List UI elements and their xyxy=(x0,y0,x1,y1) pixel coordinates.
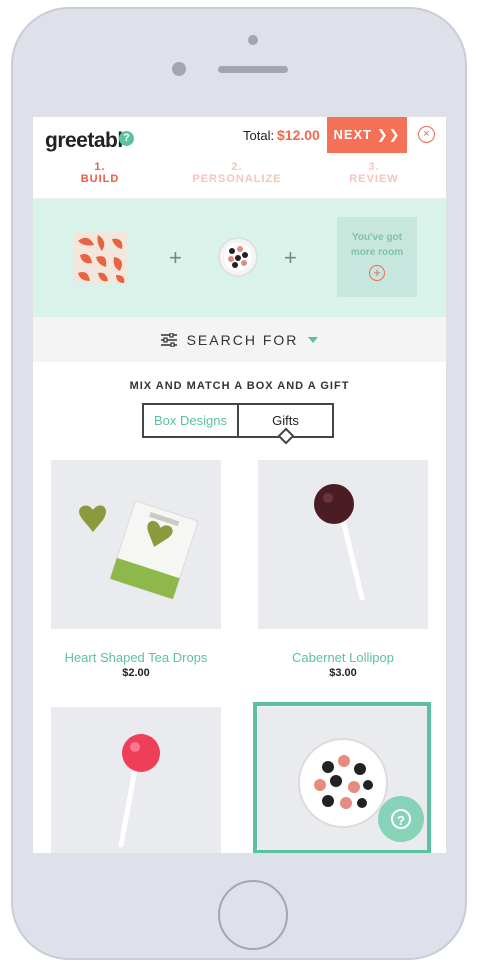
product-card-tea-drops[interactable]: Heart Shaped Tea Drops $2.00 xyxy=(51,460,221,685)
total-value: $12.00 xyxy=(277,127,320,143)
product-name[interactable]: Cabernet Lollipop xyxy=(258,650,428,665)
add-more-room-card[interactable]: You've got more room + xyxy=(337,217,417,297)
product-image[interactable] xyxy=(258,460,428,629)
product-image[interactable] xyxy=(51,707,221,853)
step-number: 1. xyxy=(94,161,106,173)
step-build[interactable]: 1. BUILD xyxy=(78,161,122,185)
step-label: PERSONALIZE xyxy=(192,173,282,185)
add-icon[interactable]: + xyxy=(369,265,385,281)
chat-help-icon: ? xyxy=(391,809,411,829)
product-card-red-lollipop[interactable] xyxy=(51,707,221,853)
product-card-cabernet-lollipop[interactable]: Cabernet Lollipop $3.00 xyxy=(258,460,428,685)
product-image[interactable] xyxy=(51,460,221,629)
top-bar: greetabl ? Total: $12.00 NEXT ❯❯ × xyxy=(33,117,446,155)
total-label: Total: xyxy=(243,128,275,143)
product-name[interactable]: Heart Shaped Tea Drops xyxy=(51,650,221,665)
chat-help-button[interactable]: ? xyxy=(378,796,424,842)
search-for-bar[interactable]: SEARCH FOR xyxy=(33,317,446,362)
front-sensor xyxy=(248,35,258,45)
earpiece-speaker xyxy=(218,66,288,73)
front-camera xyxy=(172,62,186,76)
plus-icon: + xyxy=(169,245,182,270)
step-number: 3. xyxy=(368,161,380,173)
step-label: REVIEW xyxy=(349,173,399,185)
help-icon[interactable]: ? xyxy=(119,131,134,146)
caret-down-icon xyxy=(308,336,319,343)
step-label: BUILD xyxy=(80,173,120,185)
search-label: SEARCH FOR xyxy=(186,331,299,348)
plus-icon: + xyxy=(284,245,297,270)
product-price: $2.00 xyxy=(122,667,150,679)
section-heading: MIX AND MATCH A BOX AND A GIFT xyxy=(129,380,350,392)
tab-label: Gifts xyxy=(272,413,299,428)
step-personalize[interactable]: 2. PERSONALIZE xyxy=(190,161,284,185)
step-number: 2. xyxy=(231,161,243,173)
step-review[interactable]: 3. REVIEW xyxy=(346,161,402,185)
app-screen: greetabl ? Total: $12.00 NEXT ❯❯ × 1. BU… xyxy=(33,117,446,853)
selected-gift-thumbnail[interactable] xyxy=(218,237,258,277)
tab-gifts[interactable]: Gifts xyxy=(239,405,332,445)
catalog-toggle: Box Designs Gifts xyxy=(142,403,334,445)
brand-logo[interactable]: greetabl xyxy=(45,129,123,153)
product-price: $3.00 xyxy=(329,667,357,679)
tab-box-designs[interactable]: Box Designs xyxy=(144,405,239,436)
room-text: You've got more room xyxy=(350,232,404,258)
next-button[interactable]: NEXT ❯❯ xyxy=(327,117,407,153)
close-icon[interactable]: × xyxy=(418,126,435,143)
gift-builder: + + You've got more room + xyxy=(33,199,446,317)
active-tab-pointer xyxy=(277,427,295,445)
filter-icon xyxy=(160,331,177,348)
selected-box-thumbnail[interactable] xyxy=(74,231,127,284)
home-button[interactable] xyxy=(218,880,288,950)
progress-steps: 1. BUILD 2. PERSONALIZE 3. REVIEW xyxy=(33,161,446,197)
